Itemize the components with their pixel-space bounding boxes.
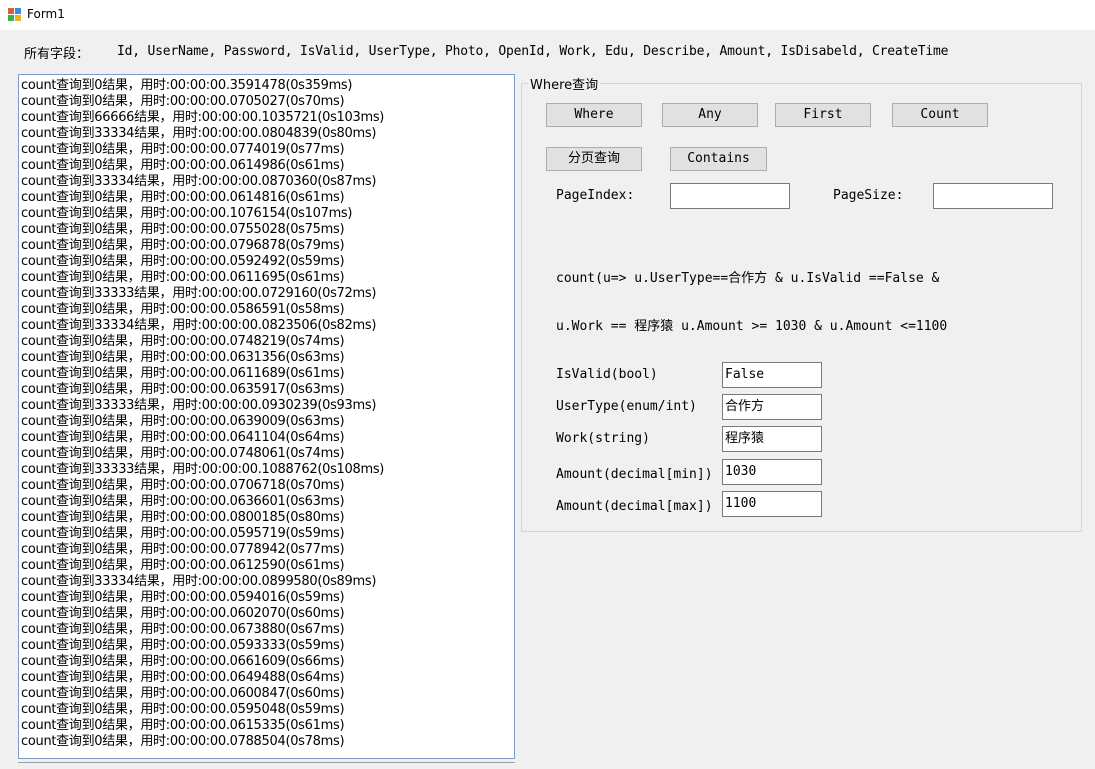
log-line: count查询到0结果，用时:00:00:00.0595048(0s59ms) [21,702,345,717]
log-line: count查询到0结果，用时:00:00:00.0594016(0s59ms) [21,590,345,605]
log-line: count查询到0结果，用时:00:00:00.0635917(0s63ms) [21,382,345,397]
page-index-label: PageIndex: [556,188,635,203]
amount-min-label: Amount(decimal[min]) [556,467,713,482]
any-button[interactable]: Any [662,103,758,127]
form-app-icon [8,8,21,21]
title-bar[interactable]: Form1 [0,0,1095,30]
log-line: count查询到0结果，用时:00:00:00.0705027(0s70ms) [21,94,345,109]
log-line: count查询到33333结果，用时:00:00:00.0930239(0s93… [21,398,377,413]
user-type-input[interactable]: 合作方 [722,394,822,420]
log-line: count查询到0结果，用时:00:00:00.0595719(0s59ms) [21,526,345,541]
log-line: count查询到0结果，用时:00:00:00.0706718(0s70ms) [21,478,345,493]
fields-label: 所有字段： [24,47,90,62]
log-line: count查询到0结果，用时:00:00:00.0611695(0s61ms) [21,270,345,285]
log-line: count查询到0结果，用时:00:00:00.0612590(0s61ms) [21,558,345,573]
log-line: count查询到0结果，用时:00:00:00.0636601(0s63ms) [21,494,345,509]
user-type-label: UserType(enum/int) [556,399,697,414]
log-line: count查询到33334结果，用时:00:00:00.0823506(0s82… [21,318,377,333]
log-line: count查询到0结果，用时:00:00:00.0611689(0s61ms) [21,366,345,381]
log-line: count查询到0结果，用时:00:00:00.0639009(0s63ms) [21,414,345,429]
log-line: count查询到0结果，用时:00:00:00.0593333(0s59ms) [21,638,345,653]
amount-max-label: Amount(decimal[max]) [556,499,713,514]
result-log-textbox[interactable]: count查询到0结果，用时:00:00:00.3591478(0s359ms)… [18,74,515,759]
query-expression-line-1: count(u=> u.UserType==合作方 & u.IsValid ==… [556,271,940,286]
work-label: Work(string) [556,431,650,446]
amount-max-input[interactable]: 1100 [722,491,822,517]
log-line: count查询到0结果，用时:00:00:00.0673880(0s67ms) [21,622,345,637]
log-line: count查询到33334结果，用时:00:00:00.0804839(0s80… [21,126,377,141]
log-line: count查询到0结果，用时:00:00:00.0602070(0s60ms) [21,606,345,621]
contains-button[interactable]: Contains [670,147,767,171]
log-line: count查询到0结果，用时:00:00:00.0649488(0s64ms) [21,670,345,685]
log-line: count查询到0结果，用时:00:00:00.0592492(0s59ms) [21,254,345,269]
first-button[interactable]: First [775,103,871,127]
log-line: count查询到33333结果，用时:00:00:00.1088762(0s10… [21,462,385,477]
log-line: count查询到0结果，用时:00:00:00.0615335(0s61ms) [21,718,345,733]
log-line: count查询到0结果，用时:00:00:00.0788504(0s78ms) [21,734,345,749]
log-line: count查询到0结果，用时:00:00:00.0800185(0s80ms) [21,510,345,525]
query-expression: count(u=> u.UserType==合作方 & u.IsValid ==… [556,239,947,351]
amount-min-input[interactable]: 1030 [722,459,822,485]
log-line: count查询到0结果，用时:00:00:00.0631356(0s63ms) [21,350,345,365]
log-line: count查询到0结果，用时:00:00:00.3591478(0s359ms) [21,78,353,93]
log-line: count查询到0结果，用时:00:00:00.0641104(0s64ms) [21,430,345,445]
log-line: count查询到0结果，用时:00:00:00.0748219(0s74ms) [21,334,345,349]
log-line: count查询到33333结果，用时:00:00:00.0729160(0s72… [21,286,377,301]
window-title: Form1 [27,7,65,21]
log-line: count查询到0结果，用时:00:00:00.0614816(0s61ms) [21,190,345,205]
log-line: count查询到0结果，用时:00:00:00.0774019(0s77ms) [21,142,345,157]
log-line: count查询到0结果，用时:00:00:00.0600847(0s60ms) [21,686,345,701]
where-button[interactable]: Where [546,103,642,127]
work-input[interactable]: 程序猿 [722,426,822,452]
page-size-input[interactable] [933,183,1053,209]
where-query-legend: Where查询 [528,74,601,93]
query-expression-line-2: u.Work == 程序猿 u.Amount >= 1030 & u.Amoun… [556,319,948,334]
log-line: count查询到0结果，用时:00:00:00.0755028(0s75ms) [21,222,345,237]
log-line: count查询到66666结果，用时:00:00:00.1035721(0s10… [21,110,385,125]
is-valid-label: IsValid(bool) [556,367,658,382]
count-button[interactable]: Count [892,103,988,127]
paging-query-button[interactable]: 分页查询 [546,147,642,171]
log-line: count查询到0结果，用时:00:00:00.0778942(0s77ms) [21,542,345,557]
log-line: count查询到0结果，用时:00:00:00.0614986(0s61ms) [21,158,345,173]
log-line: count查询到0结果，用时:00:00:00.0796878(0s79ms) [21,238,345,253]
log-line: count查询到0结果，用时:00:00:00.1076154(0s107ms) [21,206,353,221]
log-line: count查询到33334结果，用时:00:00:00.0870360(0s87… [21,174,377,189]
page-size-label: PageSize: [833,188,904,203]
log-line: count查询到0结果，用时:00:00:00.0586591(0s58ms) [21,302,345,317]
log-line: count查询到0结果，用时:00:00:00.0661609(0s66ms) [21,654,345,669]
log-line: count查询到0结果，用时:00:00:00.0748061(0s74ms) [21,446,345,461]
fields-list: Id, UserName, Password, IsValid, UserTyp… [117,44,949,59]
log-line: count查询到33334结果，用时:00:00:00.0899580(0s89… [21,574,377,589]
is-valid-input[interactable]: False [722,362,822,388]
page-index-input[interactable] [670,183,790,209]
